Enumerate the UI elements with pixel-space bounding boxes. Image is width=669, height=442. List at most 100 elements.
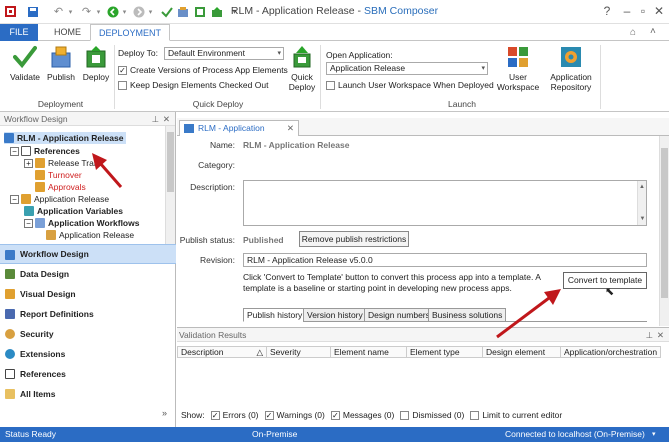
status-connection[interactable]: Connected to localhost (On-Premise)	[505, 427, 645, 442]
checkbox-checked-icon: ✓	[118, 65, 127, 75]
reference-icon	[35, 170, 45, 180]
validate-button[interactable]: Validate	[8, 45, 42, 82]
help-button[interactable]: ?	[596, 2, 618, 20]
filter-dismissed[interactable]: Dismissed (0)	[400, 410, 464, 420]
pin-icon[interactable]: ⊥	[646, 328, 653, 342]
nav-overflow-icon[interactable]: »	[162, 408, 167, 418]
workflow-design-panel: Workflow Design ⊥ ✕ RLM - Application Re…	[0, 112, 176, 427]
tree-node-references[interactable]: − References	[10, 145, 80, 157]
nav-workflow-design[interactable]: Workflow Design	[0, 244, 176, 264]
tree-node-turnover[interactable]: Turnover	[35, 169, 82, 181]
revision-field[interactable]: RLM - Application Release v5.0.0	[243, 253, 647, 267]
keep-checked-out-checkbox[interactable]: Keep Design Elements Checked Out	[118, 80, 268, 90]
nav-all-items[interactable]: All Items	[0, 384, 176, 404]
tree-node-application-release[interactable]: − Application Release	[10, 193, 109, 205]
window-title: RLM - Application Release - SBM Composer	[230, 5, 439, 17]
nav-report-definitions[interactable]: Report Definitions	[0, 304, 176, 324]
pin-icon[interactable]: ⊥	[152, 112, 159, 126]
scroll-down-icon[interactable]: ▼	[638, 213, 647, 225]
subtab-business-solutions[interactable]: Business solutions	[428, 308, 507, 322]
category-label: Category:	[198, 160, 235, 170]
deploy-to-select[interactable]: Default Environment ▾	[164, 47, 284, 60]
mouse-cursor-icon: ⬉	[605, 286, 615, 298]
expand-icon[interactable]: +	[24, 158, 33, 168]
subtab-publish-history[interactable]: Publish history	[243, 308, 307, 322]
filter-errors[interactable]: ✓ Errors (0)	[210, 410, 259, 420]
collapse-icon[interactable]: −	[24, 218, 33, 228]
doc-tab-rlm[interactable]: RLM - Application Release ✕	[179, 120, 299, 148]
scroll-up-icon[interactable]: ▲	[638, 181, 646, 193]
close-panel-icon[interactable]: ✕	[163, 112, 170, 126]
deploy-to-label: Deploy To:	[118, 48, 159, 58]
collapse-icon[interactable]: −	[10, 194, 19, 204]
filter-limit-current-editor[interactable]: Limit to current editor	[470, 410, 562, 420]
scrollbar-thumb[interactable]	[661, 148, 668, 298]
report-definitions-icon	[5, 309, 15, 319]
app-settings-icon[interactable]: ⌂	[630, 27, 636, 38]
column-application-orchestration[interactable]: Application/orchestration	[561, 346, 661, 358]
all-items-icon	[5, 389, 15, 399]
tree-node-approvals[interactable]: Approvals	[35, 181, 86, 193]
publish-button[interactable]: Publish	[44, 45, 78, 82]
close-panel-icon[interactable]: ✕	[657, 328, 664, 342]
nav-data-design[interactable]: Data Design	[0, 264, 176, 284]
tree-node-release-train[interactable]: + Release Train	[24, 157, 100, 169]
variables-icon	[24, 206, 34, 216]
panel-header: Validation Results ⊥ ✕	[177, 328, 669, 342]
description-scrollbar[interactable]: ▲ ▼	[637, 181, 646, 225]
tab-file[interactable]: FILE	[0, 24, 38, 41]
remove-publish-restrictions-button[interactable]: Remove publish restrictions	[299, 231, 409, 247]
tab-home[interactable]: HOME	[46, 24, 89, 41]
tree-scrollbar[interactable]	[165, 126, 175, 244]
subtab-design-numbers[interactable]: Design numbers	[364, 308, 434, 322]
scrollbar-thumb[interactable]	[167, 132, 174, 192]
panel-header: Workflow Design ⊥ ✕	[0, 112, 175, 126]
ribbon-collapse-icon[interactable]: ˄	[650, 26, 656, 37]
close-tab-icon[interactable]: ✕	[287, 121, 294, 136]
revision-label: Revision:	[200, 255, 235, 265]
nav-visual-design[interactable]: Visual Design	[0, 284, 176, 304]
publish-status-label: Publish status:	[179, 235, 235, 245]
status-mode: On-Premise	[252, 429, 298, 439]
workflows-icon	[35, 218, 45, 228]
chevron-down-icon[interactable]: ▾	[652, 427, 656, 442]
column-element-name[interactable]: Element name	[331, 346, 407, 358]
application-repository-button[interactable]: Application Repository	[545, 45, 597, 92]
create-versions-checkbox[interactable]: ✓ Create Versions of Process App Elements	[118, 65, 288, 75]
open-application-select[interactable]: Application Release ▾	[326, 62, 488, 75]
column-severity[interactable]: Severity	[267, 346, 331, 358]
nav-references[interactable]: References	[0, 364, 176, 384]
launch-workspace-checkbox[interactable]: Launch User Workspace When Deployed	[326, 80, 494, 90]
filter-messages[interactable]: ✓ Messages (0)	[330, 410, 394, 420]
filter-warnings[interactable]: ✓ Warnings (0)	[264, 410, 325, 420]
subtab-version-history[interactable]: Version history	[303, 308, 367, 322]
checkbox-checked-icon: ✓	[264, 410, 274, 420]
reference-icon	[35, 182, 45, 192]
user-workspace-icon	[506, 45, 530, 69]
nav-extensions[interactable]: Extensions	[0, 344, 176, 364]
ribbon-tabs: FILE HOME DEPLOYMENT ⌂ ˄	[0, 24, 669, 41]
tab-deployment[interactable]: DEPLOYMENT	[90, 24, 171, 41]
collapse-icon[interactable]: −	[10, 146, 19, 156]
application-icon	[21, 194, 31, 204]
tree-node-root[interactable]: RLM - Application Release	[4, 132, 127, 144]
group-label-quick-deploy: Quick Deploy	[192, 99, 244, 109]
quick-deploy-button[interactable]: Quick Deploy	[288, 45, 316, 92]
references-icon	[5, 369, 15, 379]
column-element-type[interactable]: Element type	[407, 346, 483, 358]
deploy-button[interactable]: Deploy	[79, 45, 113, 82]
tree-node-application-workflows[interactable]: − Application Workflows	[24, 217, 139, 229]
group-separator	[320, 45, 321, 109]
tree-node-workflow-application-release[interactable]: Application Release	[46, 229, 134, 241]
group-separator	[600, 45, 601, 109]
application-repository-icon	[559, 45, 583, 69]
column-description[interactable]: Description △	[177, 346, 267, 358]
close-button[interactable]: ✕	[648, 2, 669, 20]
description-field[interactable]: ▲ ▼	[243, 180, 647, 226]
nav-security[interactable]: Security	[0, 324, 176, 344]
column-design-element[interactable]: Design element	[483, 346, 561, 358]
user-workspace-button[interactable]: User Workspace	[494, 45, 542, 92]
editor-scrollbar[interactable]	[659, 136, 669, 326]
tree-node-application-variables[interactable]: Application Variables	[24, 205, 123, 217]
extensions-icon	[5, 349, 15, 359]
